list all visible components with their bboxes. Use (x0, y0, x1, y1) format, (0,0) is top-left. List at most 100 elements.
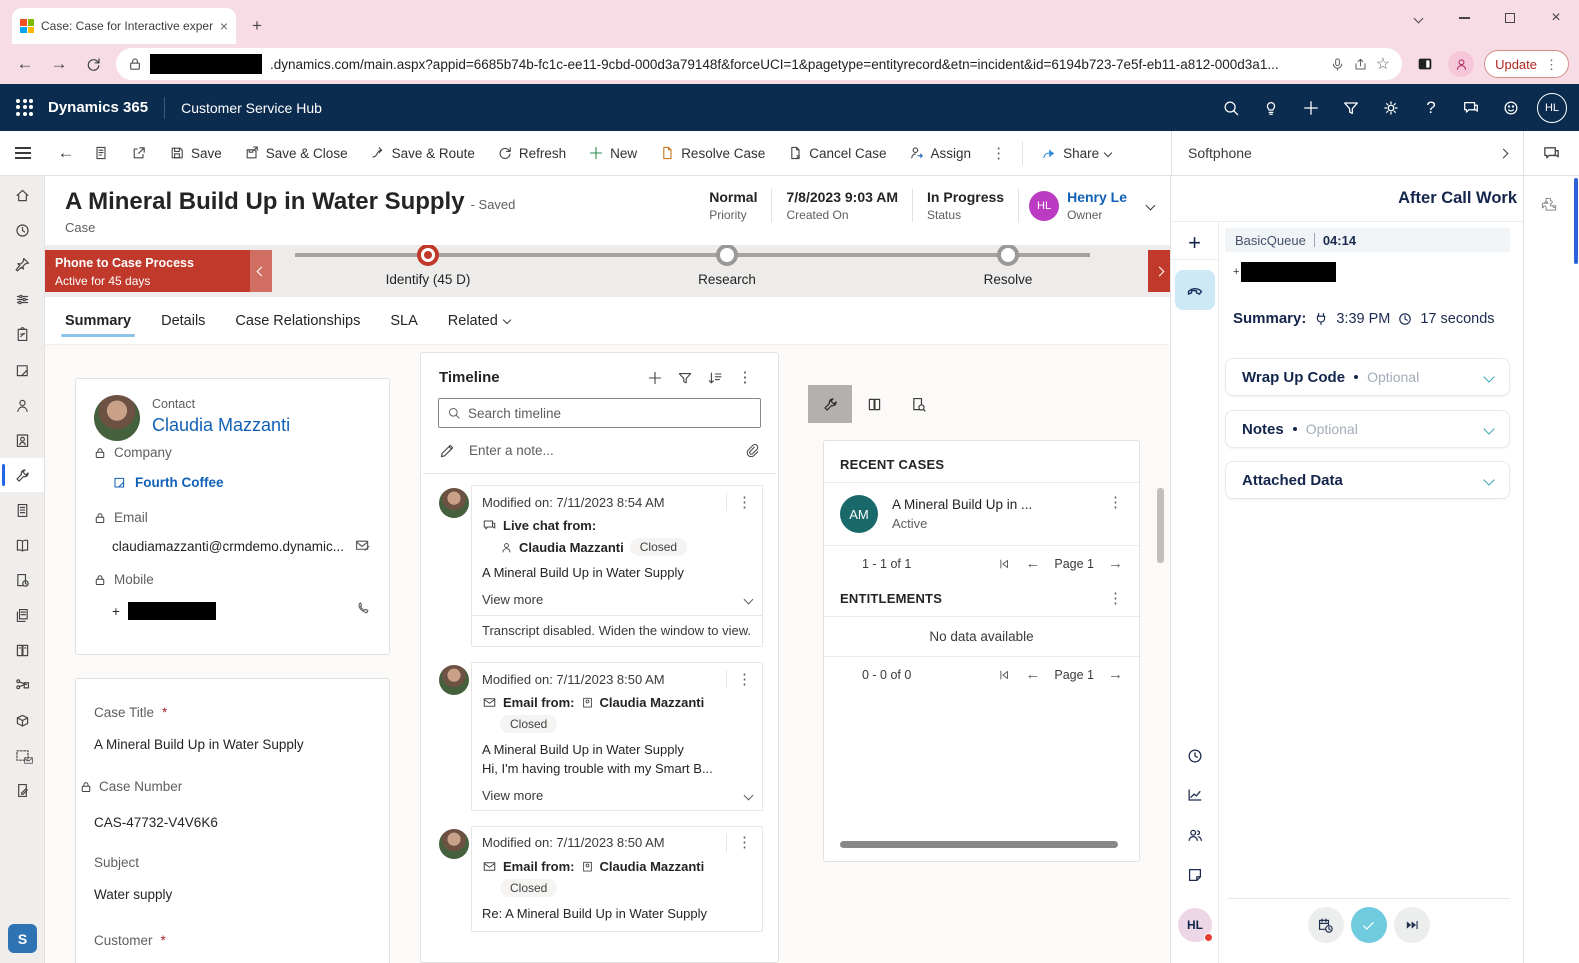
stage-research-dot[interactable] (716, 245, 738, 266)
sidebar-item-cases[interactable] (0, 458, 44, 492)
quick-create-icon[interactable] (1291, 88, 1331, 128)
sidebar-item-knowledge-search[interactable] (0, 563, 44, 597)
owner-field[interactable]: HL Henry Le Owner (1018, 189, 1137, 222)
sidebar-item-drafts[interactable] (0, 773, 44, 807)
search-icon[interactable] (1211, 88, 1251, 128)
view-more[interactable]: View more (482, 788, 752, 803)
browser-tab[interactable]: Case: Case for Interactive experie (12, 8, 236, 44)
next-page-icon[interactable] (1108, 666, 1123, 683)
process-stage-box[interactable]: Phone to Case Process Active for 45 days (45, 250, 250, 292)
app-launcher-icon[interactable] (16, 99, 34, 117)
notes-icon[interactable] (1171, 859, 1218, 891)
sitemap-hamburger-icon[interactable] (15, 144, 31, 161)
url-bar[interactable]: .dynamics.com/main.aspx?appid=6685b74b-f… (116, 48, 1402, 80)
wrap-up-code-section[interactable]: Wrap Up Code Optional (1225, 358, 1510, 396)
timeline-more-icon[interactable] (730, 370, 760, 385)
panel-scrollbar[interactable] (1574, 178, 1578, 264)
sidebar-item-knowledge-base[interactable] (0, 633, 44, 667)
expand-chevron-icon[interactable] (1483, 423, 1494, 434)
stage-resolve-label[interactable]: Resolve (984, 272, 1033, 287)
sidebar-item-connections[interactable] (0, 668, 44, 702)
process-next-icon[interactable] (1148, 250, 1170, 292)
call-phone-icon[interactable] (355, 601, 371, 617)
recent-case-title[interactable]: A Mineral Build Up in ... (892, 497, 1094, 512)
tab-related[interactable]: Related (448, 297, 510, 344)
case-title-value[interactable]: A Mineral Build Up in Water Supply (94, 737, 304, 752)
conversations-icon[interactable] (1542, 144, 1561, 163)
refresh-button[interactable]: Refresh (487, 136, 576, 170)
mobile-value[interactable]: + (112, 602, 216, 620)
stage-identify-label[interactable]: Identify (45 D) (386, 272, 471, 287)
resolve-case-button[interactable]: Resolve Case (649, 136, 775, 170)
new-tab-button[interactable] (244, 13, 270, 39)
entry-more-icon[interactable] (726, 670, 752, 688)
view-more[interactable]: View more (482, 592, 752, 607)
skip-acw-icon[interactable] (1394, 907, 1430, 943)
new-button[interactable]: New (578, 136, 647, 170)
reload-icon[interactable] (78, 49, 108, 79)
sidebar-item-products[interactable] (0, 703, 44, 737)
smiley-icon[interactable] (1491, 88, 1531, 128)
save-and-route-button[interactable]: Save & Route (360, 136, 485, 170)
expand-chevron-icon[interactable] (1483, 474, 1494, 485)
stage-research-label[interactable]: Research (698, 272, 756, 287)
prev-page-icon[interactable] (1025, 555, 1040, 572)
entry-contact[interactable]: Claudia Mazzanti (600, 695, 705, 710)
agent-presence-avatar[interactable]: HL (1178, 908, 1212, 942)
assign-button[interactable]: Assign (899, 136, 982, 170)
complete-acw-check-icon[interactable] (1351, 907, 1387, 943)
entry-contact[interactable]: Claudia Mazzanti (600, 859, 705, 874)
tab-case-relationships[interactable]: Case Relationships (235, 297, 360, 344)
overflow-menu-icon[interactable] (983, 146, 1014, 161)
next-page-icon[interactable] (1108, 555, 1123, 572)
expand-chevron-icon[interactable] (1483, 371, 1494, 382)
new-session-icon[interactable] (1171, 230, 1218, 260)
browser-menu-icon[interactable] (1545, 58, 1558, 71)
company-value-link[interactable]: Fourth Coffee (112, 475, 224, 490)
entry-contact[interactable]: Claudia Mazzanti (519, 540, 624, 555)
maximize-button[interactable] (1487, 1, 1533, 35)
tim​eline-search-box[interactable] (438, 398, 761, 428)
similar-cases-tab-doc-search-icon[interactable] (896, 385, 940, 423)
softphone-header[interactable]: Softphone (1171, 131, 1523, 175)
first-page-icon[interactable] (997, 668, 1011, 682)
note-input[interactable]: Enter a note... (469, 443, 731, 458)
header-collapse-icon[interactable] (1146, 201, 1156, 211)
analytics-icon[interactable] (1171, 779, 1218, 811)
sidebar-item-accounts[interactable] (0, 353, 44, 387)
prev-page-icon[interactable] (1025, 666, 1040, 683)
process-prev-icon[interactable] (250, 250, 272, 292)
recent-case-row[interactable]: AM A Mineral Build Up in ... Active (824, 483, 1139, 545)
lightbulb-icon[interactable] (1251, 88, 1291, 128)
popout-icon[interactable] (121, 136, 157, 170)
minimize-button[interactable] (1441, 1, 1487, 35)
view-more-chevron-icon[interactable] (744, 594, 754, 604)
attach-icon[interactable] (745, 443, 760, 458)
save-and-close-button[interactable]: Save & Close (234, 136, 358, 170)
forward-icon[interactable] (44, 49, 74, 79)
stage-identify-dot[interactable] (417, 245, 439, 266)
vertical-scrollbar[interactable] (1157, 488, 1164, 563)
timeline-add-icon[interactable] (640, 370, 670, 386)
entitlements-more-icon[interactable] (1108, 591, 1123, 606)
contact-name-link[interactable]: Claudia Mazzanti (152, 415, 290, 436)
view-more-chevron-icon[interactable] (744, 790, 754, 800)
sidebar-item-knowledge-articles[interactable] (0, 528, 44, 562)
sidebar-item-activities[interactable] (0, 317, 44, 351)
stage-resolve-dot[interactable] (997, 245, 1019, 266)
sidebar-item-dashboards[interactable] (0, 282, 44, 316)
entry-more-icon[interactable] (726, 493, 752, 511)
email-value[interactable]: claudiamazzanti@crmdemo.dynamic... (112, 539, 344, 554)
bookmark-star-icon[interactable] (1376, 54, 1390, 74)
form-selector-icon[interactable] (83, 136, 119, 170)
attached-data-section[interactable]: Attached Data (1225, 461, 1510, 499)
back-icon[interactable] (10, 49, 40, 79)
sidebar-item-contacts[interactable] (0, 388, 44, 422)
knowledge-base-tab-book-icon[interactable] (852, 385, 896, 423)
page-back-icon[interactable] (51, 138, 81, 168)
note-row[interactable]: Enter a note... (423, 428, 776, 474)
timeline-entry[interactable]: Modified on: 7/11/2023 8:50 AM Email fro… (471, 826, 763, 932)
subject-value[interactable]: Water supply (94, 887, 172, 902)
recent-case-more-icon[interactable] (1108, 495, 1123, 510)
sidebar-item-recent[interactable] (0, 213, 44, 247)
